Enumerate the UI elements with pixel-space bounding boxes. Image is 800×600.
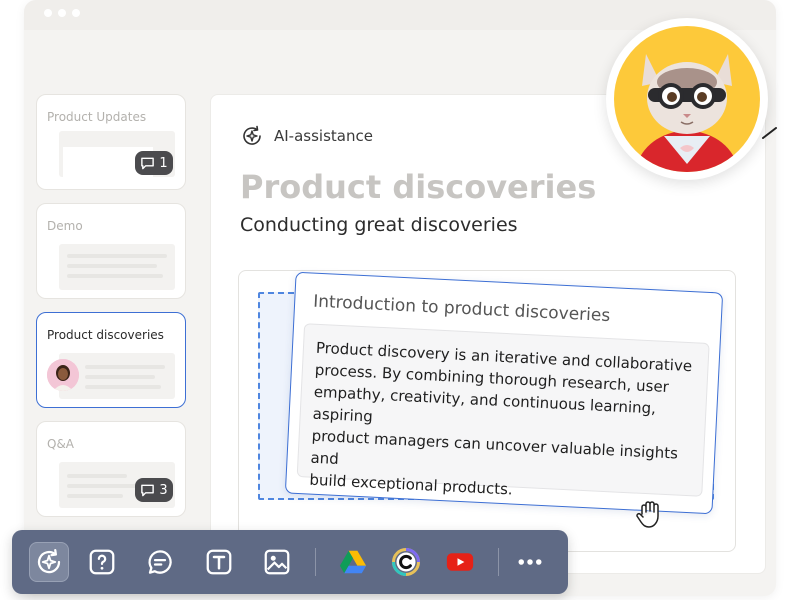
text-icon	[206, 549, 232, 575]
dragged-text-card[interactable]: Introduction to product discoveries Prod…	[284, 271, 724, 515]
card-body[interactable]: Product discovery is an iterative and co…	[296, 323, 710, 499]
canva-icon	[392, 548, 420, 576]
question-icon	[89, 549, 115, 575]
youtube-icon	[446, 553, 474, 571]
youtube-button[interactable]	[440, 542, 480, 582]
google-drive-button[interactable]	[333, 542, 373, 582]
cat-superhero-icon	[634, 54, 740, 172]
slide-title: Q&A	[47, 437, 75, 451]
card-heading[interactable]: Introduction to product discoveries	[313, 292, 611, 326]
slide-title: Demo	[47, 219, 83, 233]
window-dot[interactable]	[58, 9, 66, 17]
canva-button[interactable]	[386, 542, 426, 582]
comment-icon	[141, 157, 155, 170]
image-button[interactable]	[257, 542, 297, 582]
more-icon	[518, 559, 542, 565]
page-title[interactable]: Product discoveries	[240, 168, 596, 206]
text-button[interactable]	[199, 542, 239, 582]
question-button[interactable]	[82, 542, 122, 582]
avatar[interactable]	[47, 359, 79, 391]
window-dot[interactable]	[44, 9, 52, 17]
bottom-toolbar	[12, 530, 568, 594]
image-icon	[264, 549, 290, 575]
slide-thumb-product-discoveries[interactable]: Product discoveries	[36, 312, 186, 408]
chat-button[interactable]	[140, 542, 180, 582]
comment-count: 1	[159, 155, 168, 171]
ai-assistance-header[interactable]: AI-assistance	[240, 124, 373, 148]
grab-cursor-icon	[636, 501, 659, 528]
page-subtitle[interactable]: Conducting great discoveries	[240, 214, 518, 236]
slide-preview	[59, 244, 175, 290]
toolbar-divider	[498, 548, 499, 576]
ai-assistant-button[interactable]	[29, 542, 69, 582]
slide-thumb-product-updates[interactable]: Product Updates 1	[36, 94, 186, 190]
window-dot[interactable]	[72, 9, 80, 17]
slide-thumb-demo[interactable]: Demo	[36, 203, 186, 299]
slide-title: Product discoveries	[47, 328, 164, 342]
ai-assistance-label: AI-assistance	[274, 127, 373, 145]
comment-count: 3	[159, 482, 168, 498]
more-button[interactable]	[510, 542, 550, 582]
pointer-tail-icon	[762, 127, 777, 139]
ai-assistant-icon	[37, 549, 61, 574]
slide-title: Product Updates	[47, 110, 147, 124]
chat-icon	[148, 550, 172, 574]
person-avatar-icon	[47, 359, 79, 391]
comment-icon	[141, 484, 155, 497]
slide-thumb-qa[interactable]: Q&A 3	[36, 421, 186, 517]
toolbar-divider	[315, 548, 316, 576]
mascot-avatar	[606, 18, 768, 180]
google-drive-icon	[339, 550, 367, 574]
comment-badge[interactable]: 1	[135, 151, 173, 175]
ai-sparkle-icon	[243, 125, 261, 145]
comment-badge[interactable]: 3	[135, 478, 173, 502]
